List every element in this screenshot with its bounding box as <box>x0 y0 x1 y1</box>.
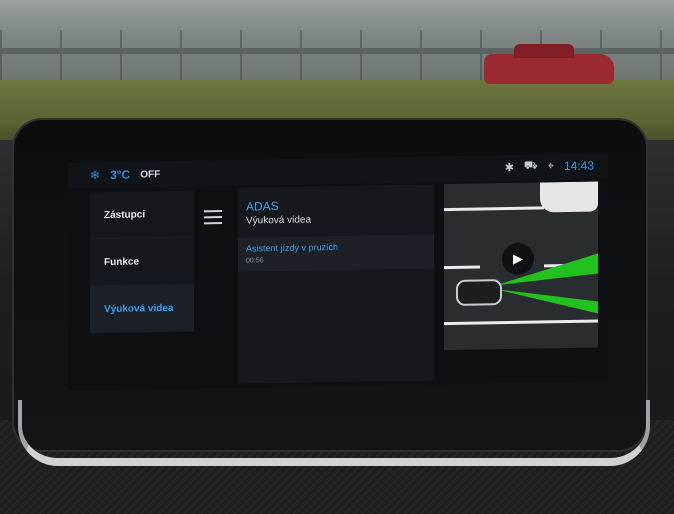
recirculation-icon: 3°C <box>110 167 131 182</box>
menu-item-funkce[interactable]: Funkce <box>90 237 194 287</box>
car-topdown <box>456 279 502 306</box>
content-panel: ADAS Výuková videa Asistent jízdy v pruz… <box>238 184 434 384</box>
clock: 14:43 <box>563 158 594 174</box>
climate-status[interactable]: ❄ 3°C OFF <box>90 167 161 183</box>
video-list-item[interactable]: Asistent jízdy v pruzích 00:56 <box>238 234 434 272</box>
hamburger-menu-icon[interactable] <box>204 210 222 225</box>
page-subtitle: Výuková videa <box>246 214 312 227</box>
snowflake-icon: ❄ <box>90 168 101 183</box>
infotainment-screen: ❄ 3°C OFF ✱ ⛟ ⌖ 14:43 Zástupci Funkce Vý… <box>68 153 608 391</box>
menu-item-zastupci[interactable]: Zástupci <box>90 190 194 240</box>
video-duration: 00:56 <box>246 257 264 265</box>
chrome-trim <box>18 400 650 466</box>
car-icon: ⛟ <box>523 159 538 172</box>
video-thumbnail[interactable]: ▶ <box>444 181 598 351</box>
photo-scene: ❄ 3°C OFF ✱ ⛟ ⌖ 14:43 Zástupci Funkce Vý… <box>0 0 674 514</box>
bluetooth-icon: ✱ <box>504 161 514 174</box>
status-icons: ✱ ⛟ ⌖ 14:43 <box>505 159 594 175</box>
background-red-car <box>484 44 614 84</box>
menu-item-vyukova-videa[interactable]: Výuková videa <box>90 284 194 334</box>
ac-status-text: OFF <box>140 168 161 180</box>
video-title: Asistent jízdy v pruzích <box>246 241 339 254</box>
sensor-beam-side <box>496 289 598 314</box>
location-icon: ⌖ <box>547 159 554 172</box>
page-title: ADAS <box>246 199 279 214</box>
side-menu: Zástupci Funkce Výuková videa <box>90 190 194 387</box>
